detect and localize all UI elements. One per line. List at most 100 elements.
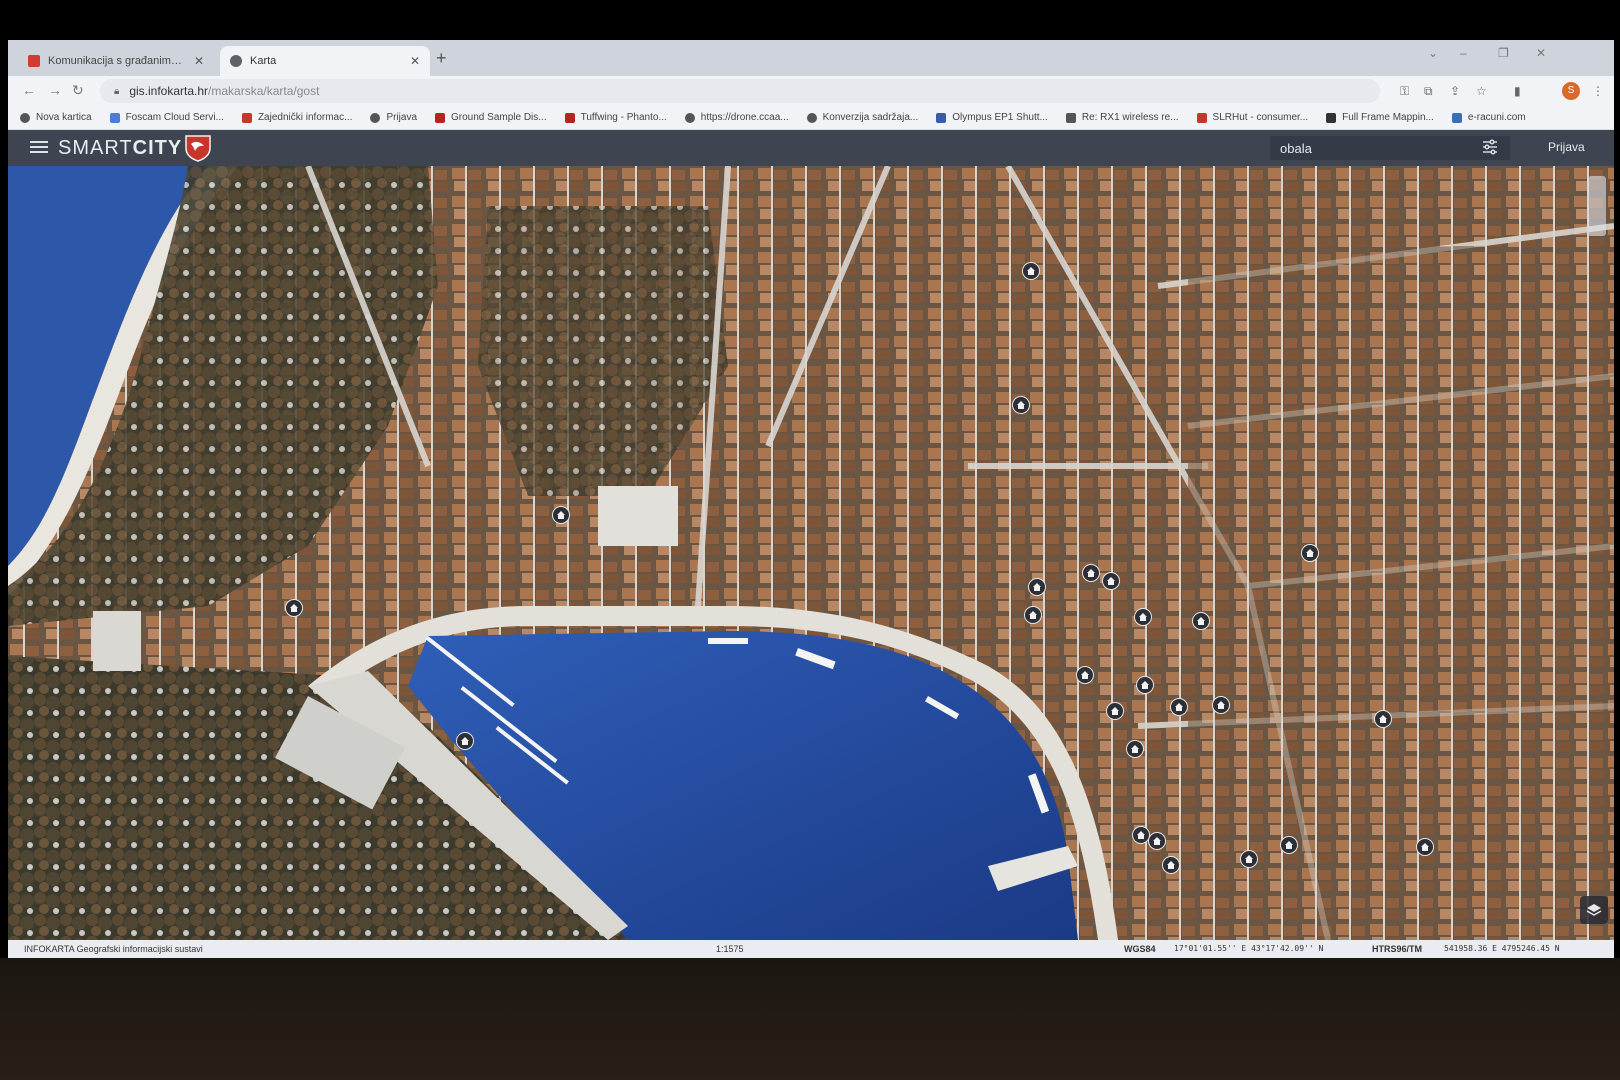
tab-favicon-icon — [230, 55, 242, 67]
house-marker-pin[interactable] — [1028, 578, 1046, 596]
layers-button[interactable] — [1580, 896, 1608, 924]
bookmark-item[interactable]: Zajednički informac... — [241, 112, 353, 123]
house-marker-pin[interactable] — [1134, 608, 1152, 626]
install-icon[interactable]: ⧉ — [1424, 84, 1433, 99]
tab-komunikacija[interactable]: Komunikacija s građanima | Gra ✕ — [18, 46, 214, 76]
house-icon — [1131, 745, 1139, 753]
forward-arrow-icon[interactable]: → — [48, 82, 62, 98]
house-marker-pin[interactable] — [1192, 612, 1210, 630]
map-status-bar: INFOKARTA Geografski informacijski susta… — [8, 940, 1614, 958]
close-tab-icon[interactable]: ✕ — [194, 54, 204, 68]
globe-icon — [806, 112, 817, 123]
bookmark-item[interactable]: Ground Sample Dis... — [435, 112, 547, 123]
reload-icon[interactable]: ↻ — [72, 82, 84, 99]
house-marker-pin[interactable] — [1012, 396, 1030, 414]
house-icon — [1175, 703, 1183, 711]
site-icon — [1065, 112, 1076, 123]
sidepanel-icon[interactable]: ▮ — [1514, 84, 1521, 98]
house-icon — [1087, 569, 1095, 577]
bookmark-label: Prijava — [386, 112, 418, 123]
bookmark-item[interactable]: Konverzija sadržaja... — [806, 112, 919, 123]
close-tab-icon[interactable]: ✕ — [410, 54, 420, 68]
app-header: SMARTCITY obala Prijava — [8, 130, 1614, 166]
house-icon — [461, 737, 469, 745]
house-marker-pin[interactable] — [1082, 564, 1100, 582]
back-arrow-icon[interactable]: ← — [22, 82, 36, 98]
house-icon — [1017, 401, 1025, 409]
aerial-imagery — [8, 166, 1614, 940]
filter-sliders-icon[interactable] — [1482, 139, 1498, 155]
house-icon — [1217, 701, 1225, 709]
smartcity-logo: SMARTCITY — [58, 137, 182, 160]
bookmark-item[interactable]: SLRHut - consumer... — [1196, 112, 1308, 123]
share-icon[interactable]: ⇪ — [1450, 84, 1460, 98]
brand-footer: INFOKARTA Geografski informacijski susta… — [24, 944, 203, 954]
house-icon — [1421, 843, 1429, 851]
map-canvas[interactable] — [8, 166, 1614, 940]
hamburger-menu-icon[interactable] — [30, 138, 48, 156]
house-marker-pin[interactable] — [1148, 832, 1166, 850]
bookmark-item[interactable]: e-racuni.com — [1451, 112, 1526, 123]
bookmark-label: https://drone.ccaa... — [700, 112, 789, 123]
bookmark-item[interactable]: Olympus EP1 Shutt... — [936, 112, 1048, 123]
bookmark-item[interactable]: Foscam Cloud Servi... — [109, 112, 224, 123]
site-icon — [1451, 112, 1462, 123]
close-window-button[interactable]: ✕ — [1536, 46, 1546, 60]
room-background — [0, 958, 1620, 1080]
bookmark-label: Full Frame Mappin... — [1342, 112, 1434, 123]
bookmark-item[interactable]: Prijava — [370, 112, 417, 123]
bookmark-item[interactable]: Nova kartica — [20, 112, 92, 123]
house-marker-pin[interactable] — [1106, 702, 1124, 720]
bookmark-label: Konverzija sadržaja... — [822, 112, 919, 123]
bookmark-label: Zajednički informac... — [257, 112, 353, 123]
house-marker-pin[interactable] — [1374, 710, 1392, 728]
key-icon[interactable]: ⚿ — [1400, 84, 1409, 99]
house-marker-pin[interactable] — [1162, 856, 1180, 874]
house-marker-pin[interactable] — [1024, 606, 1042, 624]
login-link[interactable]: Prijava — [1548, 140, 1585, 154]
browser-toolbar: ← → ↻ 🔒︎ gis.infokarta.hr/makarska/karta… — [8, 76, 1614, 106]
bookmark-item[interactable]: Re: RX1 wireless re... — [1065, 112, 1179, 123]
house-marker-pin[interactable] — [456, 732, 474, 750]
bookmark-label: Nova kartica — [36, 112, 92, 123]
house-marker-pin[interactable] — [1102, 572, 1120, 590]
browser-window: Komunikacija s građanima | Gra ✕ Karta ✕… — [8, 40, 1614, 958]
logo-light-text: SMART — [58, 137, 133, 159]
tab-title: Komunikacija s građanima | Gra — [48, 55, 188, 67]
house-icon — [1153, 837, 1161, 845]
tab-strip: Komunikacija s građanima | Gra ✕ Karta ✕… — [8, 40, 1614, 76]
zoom-control[interactable] — [1588, 176, 1606, 236]
house-marker-pin[interactable] — [1212, 696, 1230, 714]
menu-kebab-icon[interactable]: ⋮ — [1592, 84, 1604, 98]
house-marker-pin[interactable] — [1301, 544, 1319, 562]
bookmark-label: Foscam Cloud Servi... — [125, 112, 224, 123]
bookmark-item[interactable]: Full Frame Mappin... — [1326, 112, 1434, 123]
house-marker-pin[interactable] — [1076, 666, 1094, 684]
house-marker-pin[interactable] — [1170, 698, 1188, 716]
profile-avatar[interactable]: S — [1562, 82, 1580, 100]
house-icon — [290, 604, 298, 612]
bookmark-item[interactable]: Tuffwing - Phanto... — [564, 112, 667, 123]
restore-button[interactable]: ❐ — [1498, 46, 1509, 60]
house-marker-pin[interactable] — [1136, 676, 1154, 694]
tab-search-chevron-icon[interactable]: ⌄ — [1428, 46, 1438, 60]
house-marker-pin[interactable] — [1240, 850, 1258, 868]
house-marker-pin[interactable] — [1022, 262, 1040, 280]
house-marker-pin[interactable] — [1280, 836, 1298, 854]
bookmark-label: Tuffwing - Phanto... — [580, 112, 667, 123]
house-marker-pin[interactable] — [285, 599, 303, 617]
url-path: /makarska/karta/gost — [208, 84, 320, 98]
new-tab-button[interactable]: + — [436, 48, 447, 69]
house-marker-pin[interactable] — [1416, 838, 1434, 856]
minimize-button[interactable]: – — [1460, 46, 1467, 60]
coord-readout-htrs: 541958.36 E 4795246.45 N — [1444, 944, 1560, 953]
tab-karta[interactable]: Karta ✕ — [220, 46, 430, 76]
house-marker-pin[interactable] — [1126, 740, 1144, 758]
house-marker-pin[interactable] — [552, 506, 570, 524]
house-icon — [1033, 583, 1041, 591]
map-search-input[interactable]: obala — [1270, 136, 1510, 160]
star-icon[interactable]: ☆ — [1476, 84, 1487, 98]
site-icon — [1196, 112, 1207, 123]
address-bar[interactable]: 🔒︎ gis.infokarta.hr/makarska/karta/gost — [100, 79, 1380, 103]
bookmark-item[interactable]: https://drone.ccaa... — [684, 112, 789, 123]
